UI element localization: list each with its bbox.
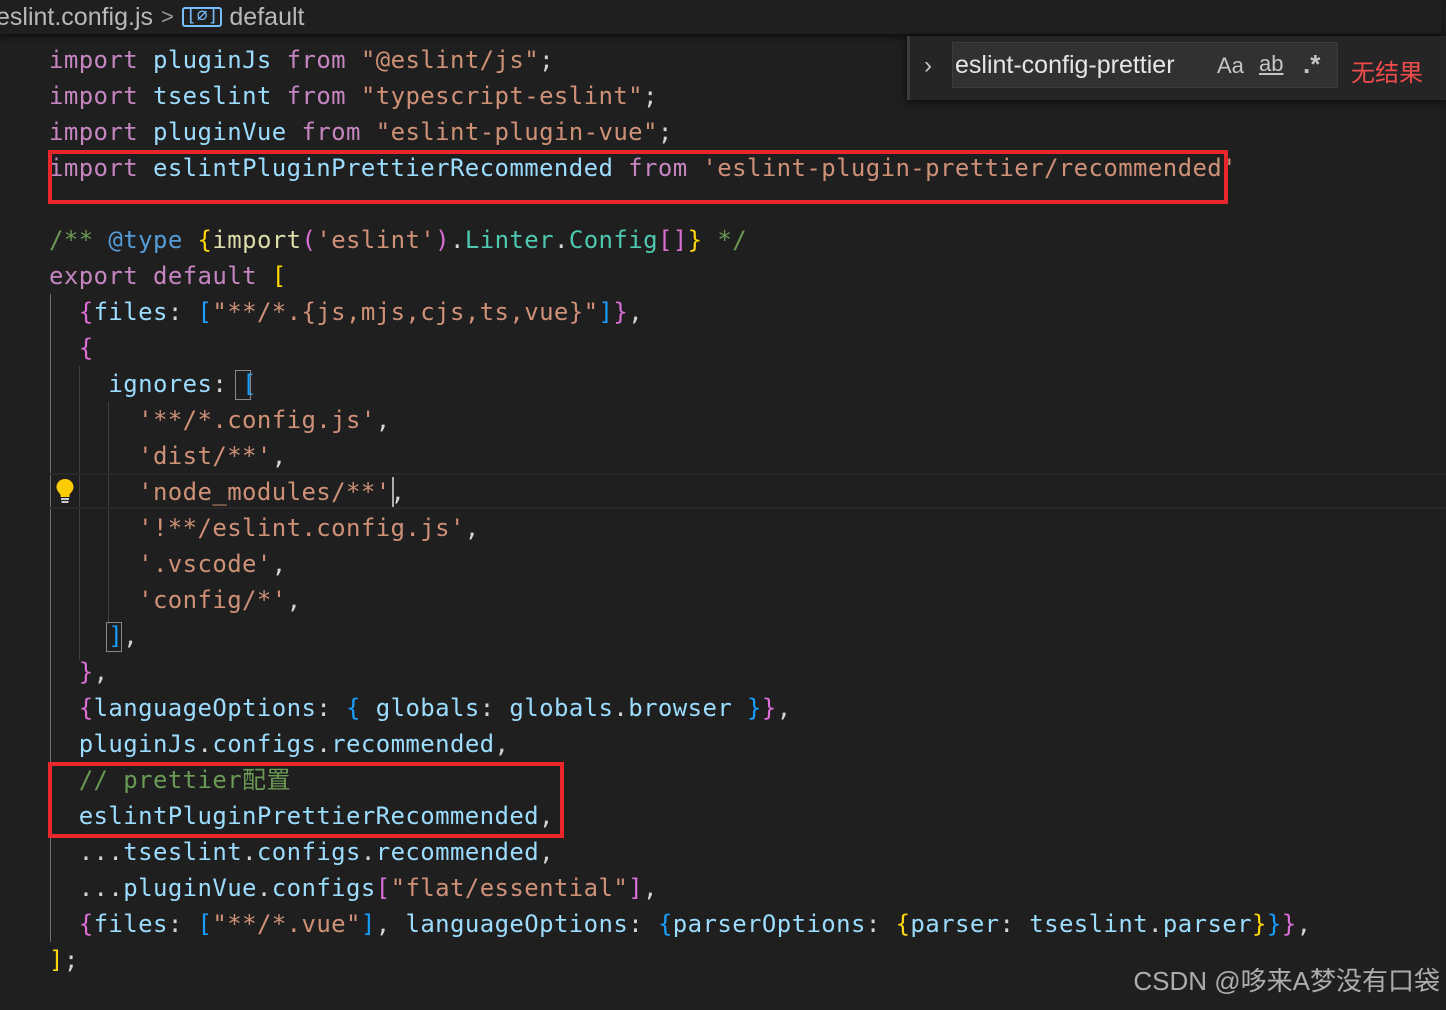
code-line-25: {files: ["**/*.vue"], languageOptions: {…	[78, 910, 1312, 938]
symbol-variable-icon: [⌀]	[181, 7, 223, 27]
breadcrumb-symbol[interactable]: default	[229, 3, 304, 32]
code-line-17: ],	[108, 622, 139, 650]
matching-bracket-highlight	[106, 622, 122, 652]
find-query: eslint-config-prettier	[955, 50, 1175, 79]
code-line-1: import pluginJs from "@eslint/js";	[49, 46, 554, 74]
code-line-2: import tseslint from "typescript-eslint"…	[49, 82, 658, 110]
code-line-11: '**/*.config.js',	[138, 406, 391, 434]
find-result-status: 无结果	[1351, 60, 1423, 87]
code-line-3: import pluginVue from "eslint-plugin-vue…	[49, 118, 673, 146]
chevron-right-icon: >	[161, 4, 174, 29]
whole-word-icon[interactable]: ab	[1259, 51, 1283, 77]
breadcrumb-file[interactable]: eslint.config.js	[0, 3, 153, 32]
watermark: CSDN @哆来A梦没有口袋	[1133, 966, 1440, 996]
match-case-icon[interactable]: Aa	[1217, 53, 1244, 79]
code-line-14: '!**/eslint.config.js',	[138, 514, 480, 542]
toggle-replace-chevron-icon[interactable]: ›	[924, 52, 932, 80]
code-line-16: 'config/*',	[138, 586, 302, 614]
code-line-9: {	[78, 334, 94, 362]
code-line-20: pluginJs.configs.recommended,	[78, 730, 510, 758]
lightbulb-icon[interactable]	[54, 477, 76, 505]
code-line-6: /** @type {import('eslint').Linter.Confi…	[49, 226, 748, 254]
code-line-8: {files: ["**/*.{js,mjs,cjs,ts,vue}"]},	[78, 298, 644, 326]
find-input[interactable]: eslint-config-prettier Aa ab .*	[952, 42, 1338, 88]
matching-bracket-highlight	[235, 370, 251, 400]
code-line-15: '.vscode',	[138, 550, 287, 578]
code-line-18: },	[78, 658, 109, 686]
annotation-box-import	[48, 150, 1228, 204]
breadcrumb: eslint.config.js > [⌀] default	[0, 0, 1442, 34]
code-line-19: {languageOptions: { globals: globals.bro…	[78, 694, 792, 722]
code-line-13: 'node_modules/**',	[138, 478, 406, 506]
code-line-12: 'dist/**',	[138, 442, 287, 470]
code-line-10: ignores: [	[108, 370, 257, 398]
regex-icon[interactable]: .*	[1303, 49, 1320, 80]
text-cursor	[392, 477, 394, 507]
find-widget: › eslint-config-prettier Aa ab .* 无结果	[907, 36, 1446, 100]
code-line-7: export default [	[49, 262, 287, 290]
code-line-26: ];	[49, 946, 79, 974]
annotation-box-usage	[48, 762, 564, 838]
code-line-24: ...pluginVue.configs["flat/essential"],	[78, 874, 658, 902]
code-line-23: ...tseslint.configs.recommended,	[78, 838, 554, 866]
